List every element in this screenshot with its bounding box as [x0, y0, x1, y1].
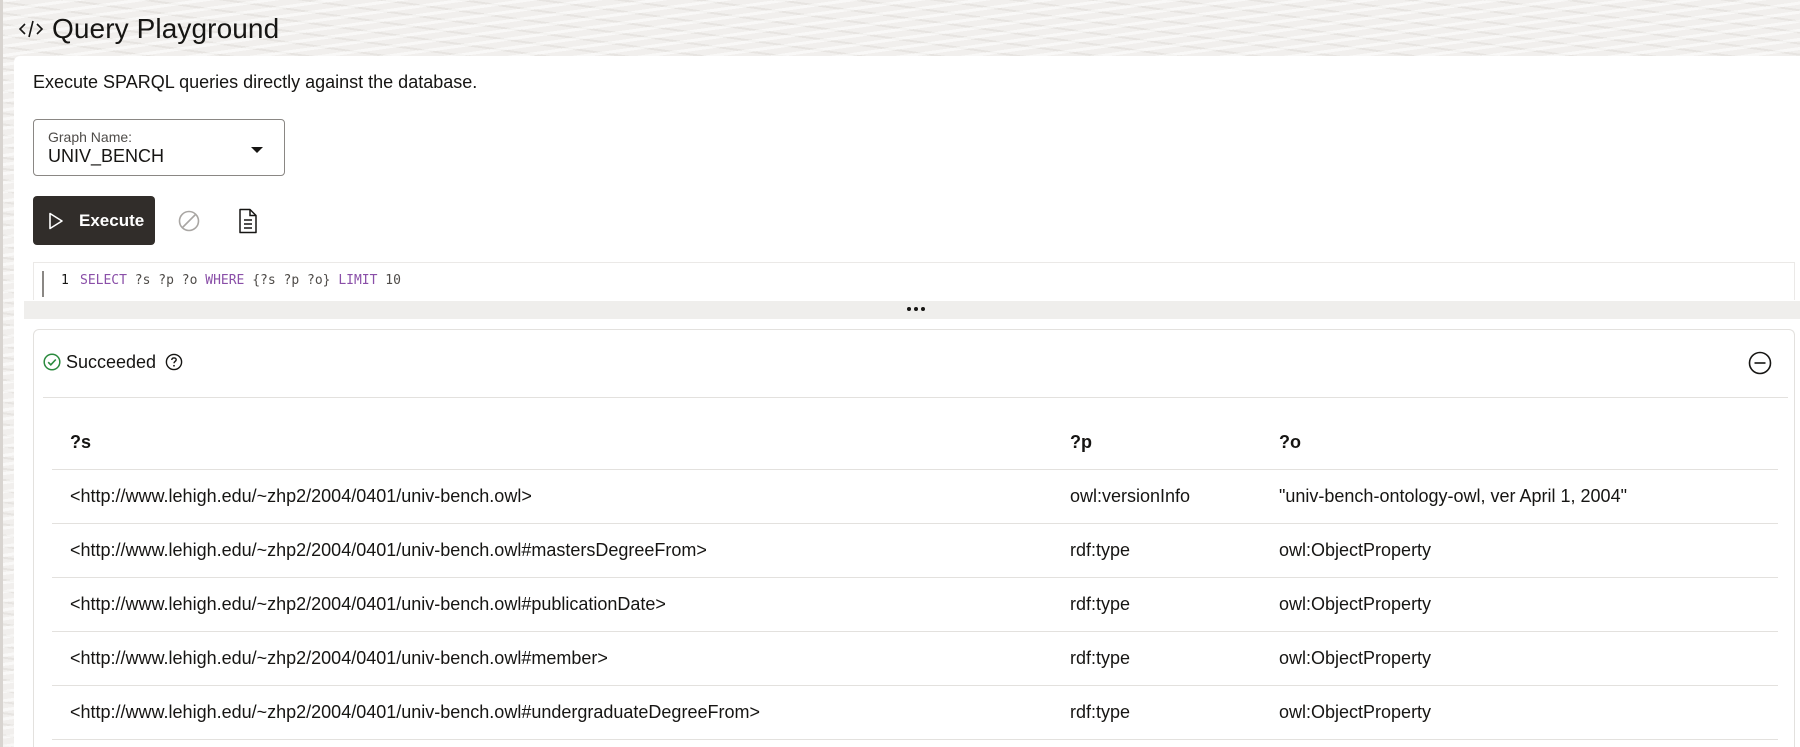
- execute-button[interactable]: Execute: [33, 196, 155, 245]
- code-icon: [18, 16, 44, 42]
- query-code-line[interactable]: SELECT ?s ?p ?o WHERE {?s ?p ?o} LIMIT 1…: [80, 273, 401, 288]
- page-header: Query Playground: [18, 6, 279, 52]
- table-cell: "univ-bench-ontology-owl, ver April 1, 2…: [1279, 486, 1627, 506]
- graph-name-select[interactable]: Graph Name: UNIV_BENCH: [33, 119, 285, 176]
- code-token: 10: [377, 273, 401, 288]
- graph-name-value: UNIV_BENCH: [48, 146, 165, 166]
- execute-label: Execute: [79, 210, 145, 230]
- table-cell: owl:ObjectProperty: [1279, 594, 1432, 614]
- table-cell: owl:ObjectProperty: [1279, 540, 1432, 560]
- table-row[interactable]: <http://www.lehigh.edu/~zhp2/2004/0401/u…: [52, 470, 1778, 524]
- results-table: ?s ?p ?o <http://www.lehigh.edu/~zhp2/20…: [52, 415, 1778, 740]
- column-header[interactable]: ?p: [1070, 415, 1092, 469]
- code-token: SELECT: [80, 273, 127, 288]
- table-cell: <http://www.lehigh.edu/~zhp2/2004/0401/u…: [70, 702, 760, 722]
- table-cell: rdf:type: [1070, 594, 1131, 614]
- divider: [43, 397, 1788, 398]
- table-cell: owl:versionInfo: [1070, 486, 1191, 506]
- chevron-down-icon[interactable]: [250, 142, 264, 153]
- table-row[interactable]: <http://www.lehigh.edu/~zhp2/2004/0401/u…: [52, 578, 1778, 632]
- table-cell: <http://www.lehigh.edu/~zhp2/2004/0401/u…: [70, 594, 666, 614]
- table-header-row: ?s ?p ?o: [52, 415, 1778, 470]
- cancel-icon: [177, 209, 201, 233]
- column-header[interactable]: ?s: [70, 415, 91, 469]
- table-row[interactable]: <http://www.lehigh.edu/~zhp2/2004/0401/u…: [52, 524, 1778, 578]
- editor-cursor-bar: [42, 271, 44, 297]
- help-icon[interactable]: [165, 353, 183, 371]
- table-cell: <http://www.lehigh.edu/~zhp2/2004/0401/u…: [70, 648, 608, 668]
- table-cell: rdf:type: [1070, 648, 1131, 668]
- check-circle-icon: [43, 353, 61, 371]
- column-header[interactable]: ?o: [1279, 415, 1301, 469]
- table-cell: <http://www.lehigh.edu/~zhp2/2004/0401/u…: [70, 486, 532, 506]
- table-cell: rdf:type: [1070, 702, 1131, 722]
- code-token: ?s ?p ?o: [126, 273, 206, 288]
- code-token: LIMIT: [338, 273, 378, 288]
- play-icon: [48, 211, 66, 231]
- page-edge: [0, 0, 3, 747]
- query-editor[interactable]: 1 SELECT ?s ?p ?o WHERE {?s ?p ?o} LIMIT…: [33, 262, 1795, 300]
- document-button[interactable]: [234, 206, 262, 236]
- page-title: Query Playground: [52, 13, 280, 44]
- document-icon: [237, 208, 259, 234]
- graph-name-label: Graph Name:: [48, 129, 133, 145]
- table-row[interactable]: <http://www.lehigh.edu/~zhp2/2004/0401/u…: [52, 686, 1778, 740]
- code-token: {?s ?p ?o}: [244, 273, 339, 288]
- drag-handle-icon[interactable]: [907, 307, 925, 311]
- table-row[interactable]: <http://www.lehigh.edu/~zhp2/2004/0401/u…: [52, 632, 1778, 686]
- code-token: WHERE: [205, 273, 245, 288]
- query-status: Succeeded: [43, 350, 183, 374]
- table-cell: rdf:type: [1070, 540, 1131, 560]
- resize-splitter[interactable]: [24, 301, 1800, 319]
- table-cell: owl:ObjectProperty: [1279, 702, 1432, 722]
- page-description: Execute SPARQL queries directly against …: [33, 72, 478, 92]
- table-cell: <http://www.lehigh.edu/~zhp2/2004/0401/u…: [70, 540, 707, 560]
- status-text: Succeeded: [66, 351, 157, 372]
- cancel-button[interactable]: [175, 207, 203, 235]
- collapse-button[interactable]: [1748, 351, 1772, 375]
- line-number: 1: [61, 273, 69, 288]
- minus-circle-icon: [1748, 351, 1772, 375]
- table-cell: owl:ObjectProperty: [1279, 648, 1432, 668]
